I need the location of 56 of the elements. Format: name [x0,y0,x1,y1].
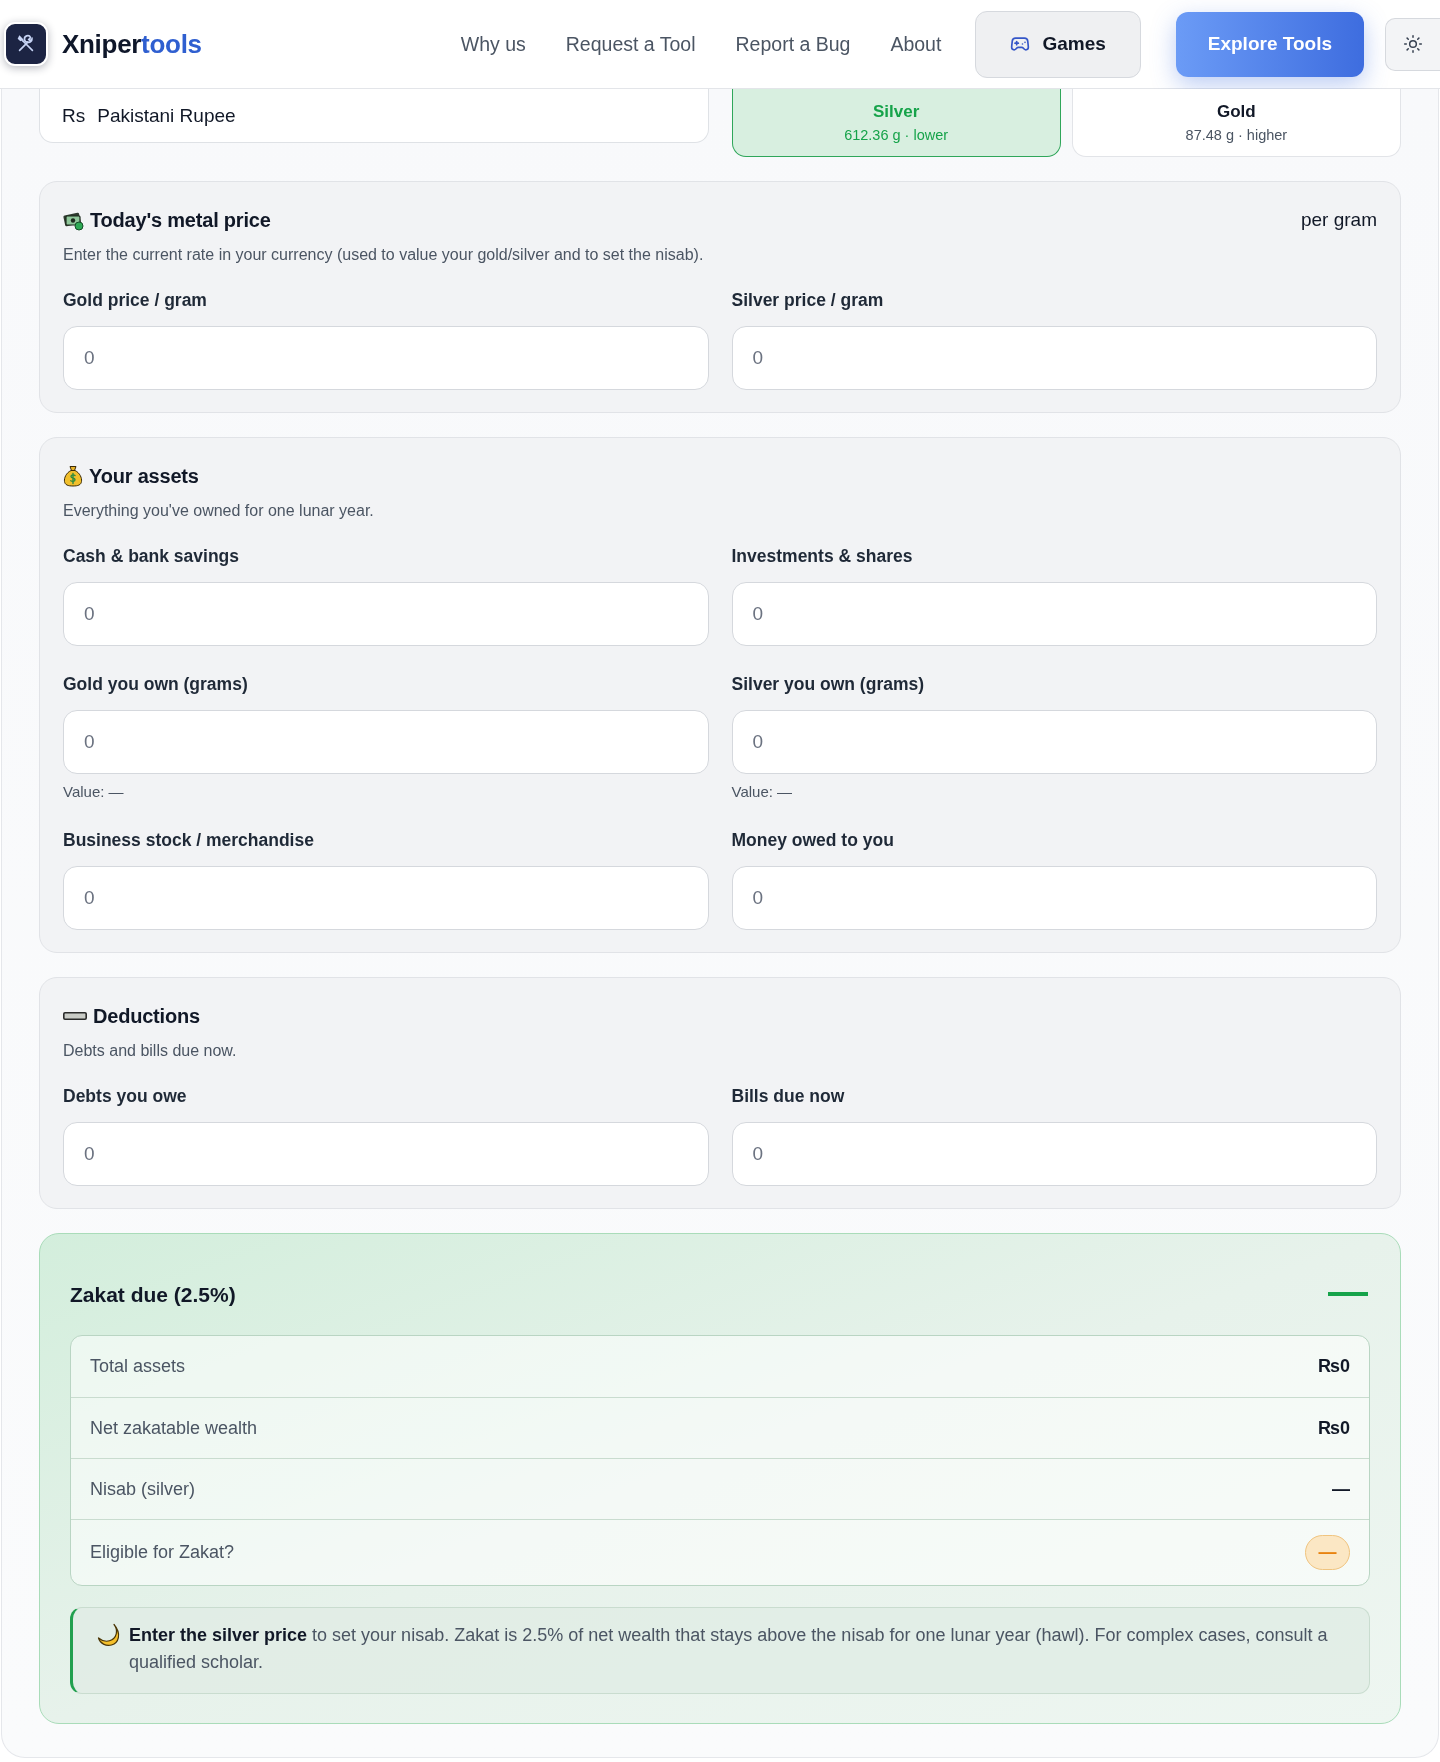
summary-label: Net zakatable wealth [90,1417,258,1439]
section-title: Your assets [89,464,199,488]
summary-label: Nisab (silver) [90,1478,195,1500]
unit-label: per gram [1300,209,1377,231]
number-input[interactable]: 0 [63,866,709,930]
result-title: Zakat due (2.5%) [70,1283,236,1307]
field-label: Gold you own (grams) [63,673,249,695]
number-input[interactable]: 0 [63,1122,709,1186]
nav-link[interactable]: Request a Tool [565,32,696,56]
field-label: Debts you owe [63,1085,188,1107]
nav-link[interactable]: About [890,32,942,56]
number-input[interactable]: 0 [731,1122,1377,1186]
summary-value: ₨0 [1317,1417,1350,1439]
crescent-moon-icon [97,1623,121,1647]
field-label: Investments & shares [731,545,914,567]
brand-name: Xnipertools [62,28,202,60]
minus-icon [63,1012,87,1020]
value-note: Value: — [731,782,794,802]
games-button[interactable]: Games [975,10,1141,78]
currency-select[interactable]: Rs Pakistani Rupee [39,89,709,143]
section-title: Today's metal price [90,208,271,232]
field-label: Cash & bank savings [63,545,241,567]
theme-toggle-button[interactable] [1385,17,1440,71]
info-note: Enter the silver price to set your nisab. Zakat is 2.5% of net wealth that stays above the nisab for one lunar year (hawl). For complex cases, consult a qualified scholar. [129,1624,1329,1674]
number-input[interactable]: 0 [63,582,709,646]
number-input[interactable]: 0 [63,326,709,390]
sun-icon [1403,34,1423,54]
nav-link[interactable]: Report a Bug [735,32,851,56]
number-input[interactable]: 0 [731,326,1377,390]
nav-link[interactable]: Why us [460,32,526,56]
number-input[interactable]: 0 [731,582,1377,646]
summary-value: ₨0 [1317,1356,1350,1377]
zakat-amount: — [1328,1271,1368,1311]
field-label: Bills due now [731,1085,846,1107]
summary-label: Eligible for Zakat? [90,1542,235,1563]
value-note: Value: — [63,782,125,802]
nisab-option-button[interactable]: Gold 87.48 g · higher [1071,89,1401,157]
status-badge: — [1305,1535,1350,1570]
section-description: Enter the current rate in your currency (used to value your gold/silver and to set the nisab). [63,245,705,265]
section-title: Deductions [93,1004,200,1028]
field-label: Silver you own (grams) [731,673,926,695]
summary-value: — [1332,1478,1350,1500]
section-description: Debts and bills due now. [63,1041,238,1061]
field-label: Business stock / merchandise [63,829,315,851]
number-input[interactable]: 0 [731,866,1377,930]
section-description: Everything you've owned for one lunar year. [63,501,375,521]
summary-label: Total assets [90,1356,186,1377]
field-label: Gold price / gram [63,289,208,311]
money-bag-icon [63,465,83,487]
field-label: Money owed to you [731,829,895,851]
number-input[interactable]: 0 [63,710,709,774]
tools-icon [4,22,48,66]
explore-tools-button[interactable]: Explore Tools [1175,11,1364,77]
field-label: Silver price / gram [731,289,885,311]
gamepad-icon [1010,34,1031,54]
number-input[interactable]: 0 [731,710,1377,774]
